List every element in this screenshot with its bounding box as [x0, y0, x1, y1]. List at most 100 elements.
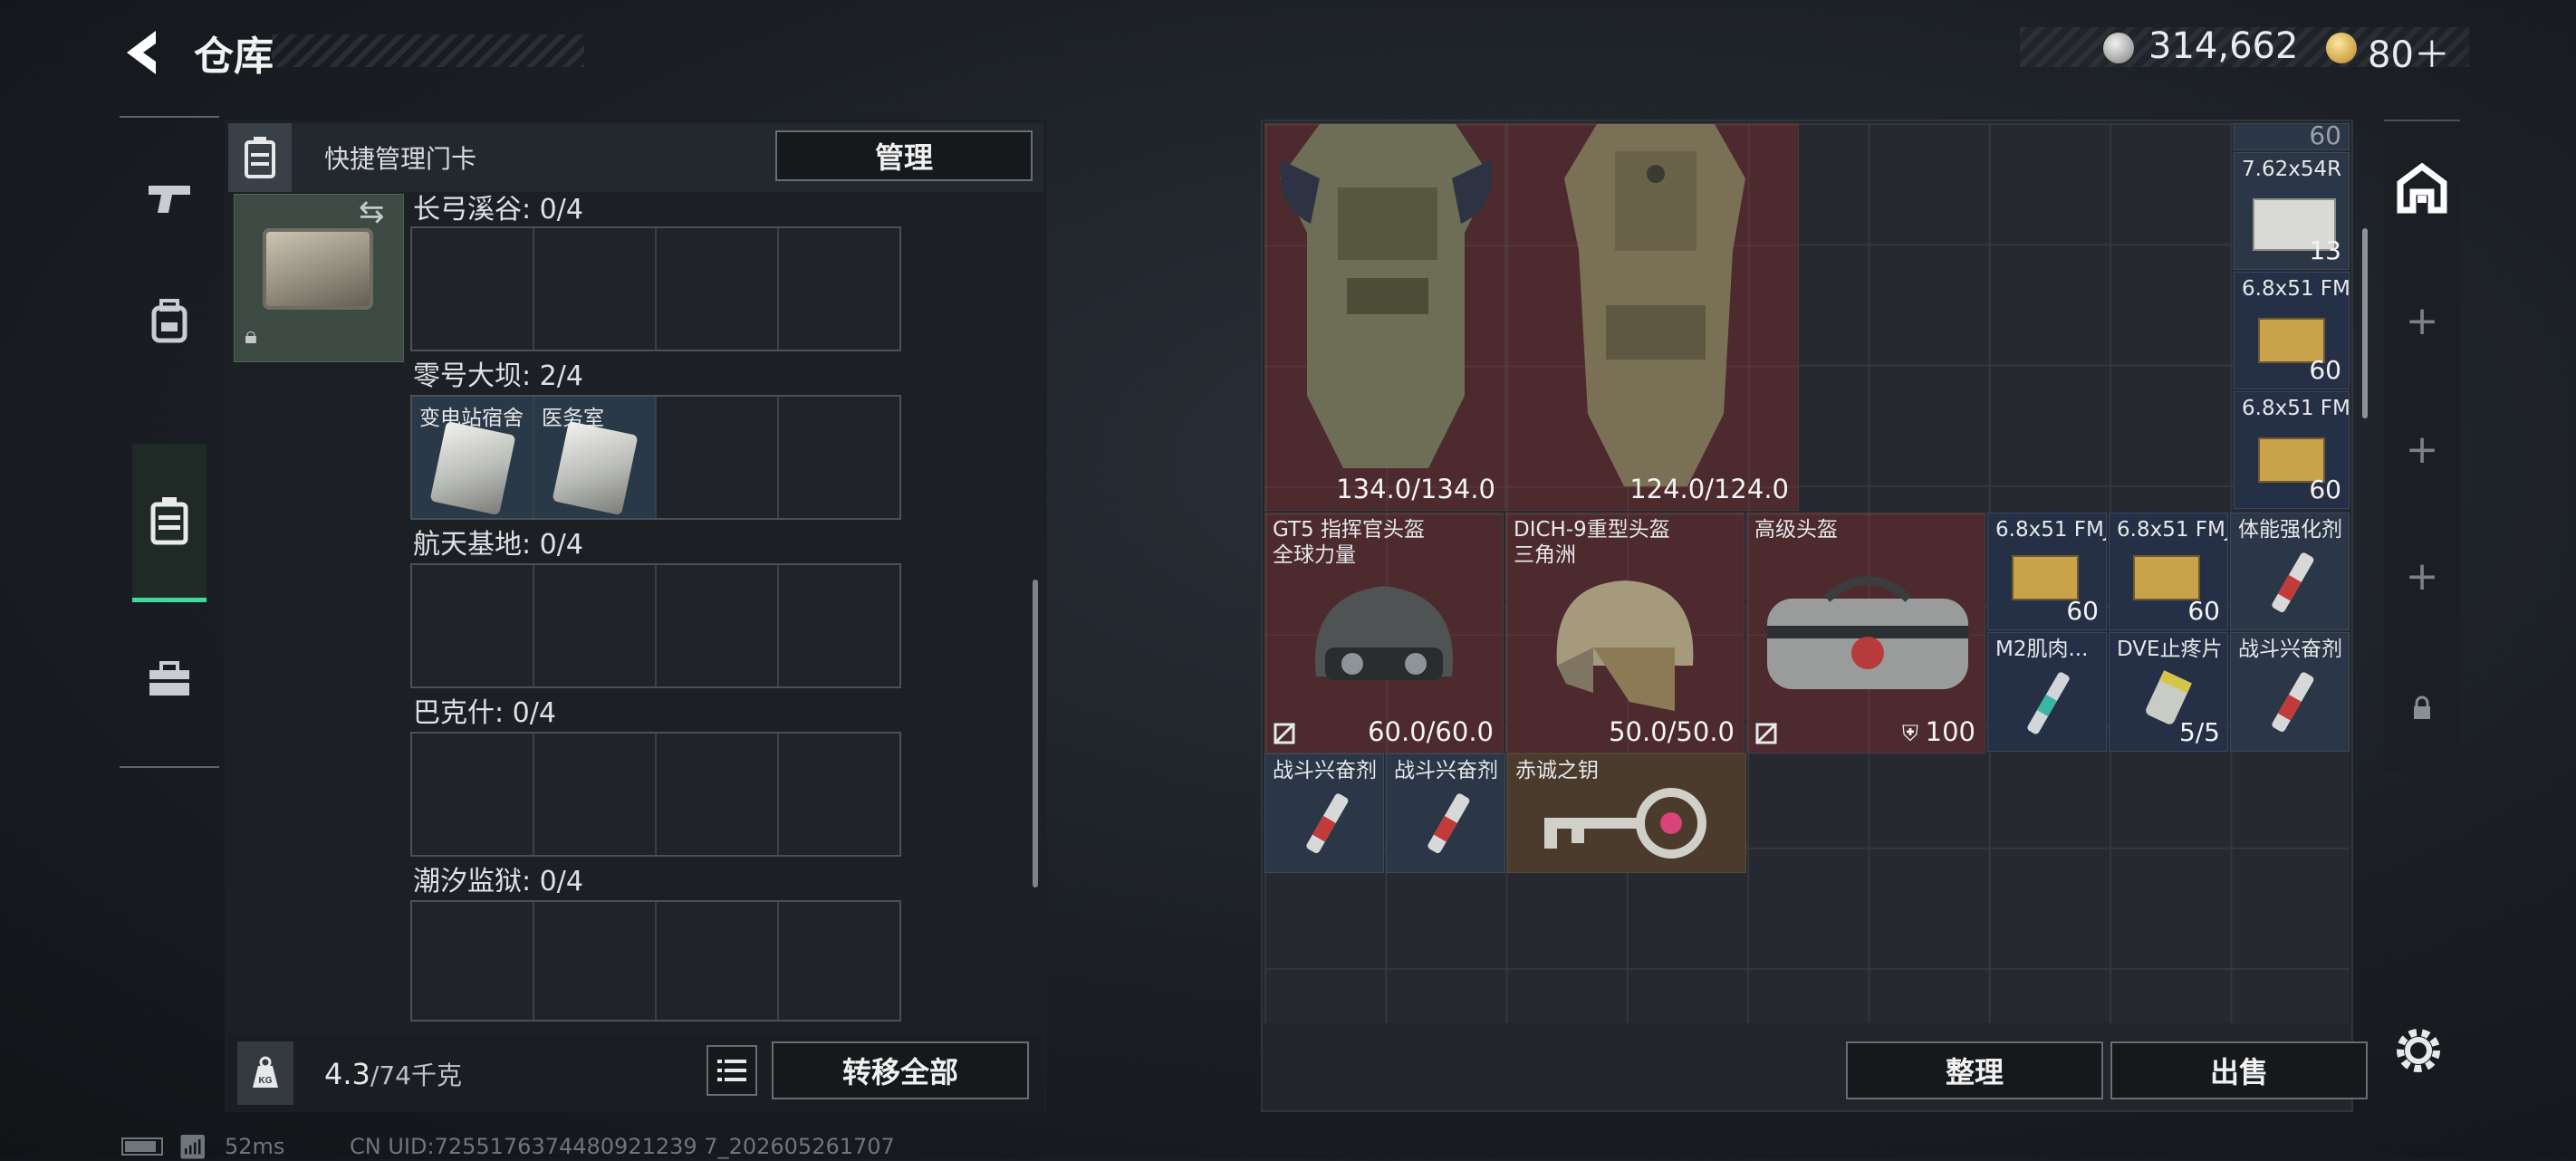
stash-home-icon[interactable]: [2384, 134, 2460, 243]
card-slot[interactable]: [534, 565, 657, 686]
card-slot[interactable]: 医务室: [534, 397, 657, 518]
ammo-item[interactable]: 6.8x51 FMJ 60: [2234, 272, 2350, 389]
medical-item[interactable]: 战斗兴奋剂: [2230, 632, 2350, 752]
card-slot[interactable]: [779, 397, 899, 518]
ammo-item[interactable]: 6.8x51 FMJ 60: [2234, 391, 2350, 509]
back-button[interactable]: [120, 25, 167, 80]
body-armor-item[interactable]: 134.0/134.0: [1264, 123, 1505, 511]
section-label-zero-dam: 零号大坝: 2/4: [413, 360, 583, 392]
ammo-count: 60: [2309, 475, 2341, 504]
ammo-name: 7.62x54R B: [2242, 158, 2349, 181]
injector-image: [2027, 672, 2070, 734]
card-slot[interactable]: [412, 734, 534, 855]
helmet-item[interactable]: DICH-9重型头盔 三角洲 50.0/50.0: [1505, 513, 1745, 753]
ping: 52ms: [225, 1134, 285, 1159]
card-slot[interactable]: [657, 734, 779, 855]
gold-amount[interactable]: 80＋: [2368, 25, 2450, 78]
helmet-name: GT5 指挥官头盔: [1273, 518, 1425, 542]
ammo-name: 6.8x51 FMJ: [2242, 277, 2350, 301]
silver-coin-icon: [2103, 33, 2134, 63]
helmet-sub: 三角洲: [1514, 543, 1576, 567]
add-stash-icon[interactable]: +: [2384, 522, 2460, 630]
keycard-image: [552, 420, 639, 516]
body-armor-item[interactable]: 124.0/124.0: [1505, 123, 1799, 511]
medical-item[interactable]: M2肌肉...: [1987, 632, 2107, 752]
ammo-count: 60: [2309, 355, 2341, 385]
section-label-bakesh: 巴克什: 0/4: [413, 697, 556, 729]
manage-button[interactable]: 管理: [775, 130, 1033, 181]
medical-name: 战斗兴奋剂: [2238, 638, 2342, 661]
card-slot[interactable]: [412, 228, 534, 350]
card-slot[interactable]: 变电站宿舍: [412, 397, 534, 518]
card-name: 变电站宿舍: [419, 407, 524, 430]
medical-name: 战斗兴奋剂: [1273, 759, 1377, 782]
ammo-item[interactable]: 6.8x51 FMJ 60: [2109, 513, 2228, 630]
medical-name: 体能强化剂: [2238, 518, 2342, 542]
sort-button[interactable]: 整理: [1846, 1041, 2103, 1099]
card-slot[interactable]: [657, 565, 779, 686]
ammo-count: 13: [2309, 235, 2341, 265]
card-slot[interactable]: [412, 902, 534, 1020]
stash-tabs: + + +: [2384, 120, 2460, 773]
add-stash-icon[interactable]: +: [2384, 266, 2460, 375]
helmet-name: 高级头盔: [1754, 518, 1838, 542]
section-label-tide-prison: 潮汐监狱: 0/4: [413, 866, 583, 897]
helmet-item[interactable]: GT5 指挥官头盔 全球力量 60.0/60.0: [1264, 513, 1504, 753]
pistol-icon[interactable]: [132, 149, 207, 248]
card-slot[interactable]: [779, 565, 899, 686]
card-slot[interactable]: [657, 397, 779, 518]
toolbox-icon[interactable]: [132, 630, 207, 730]
ammo-item[interactable]: 60: [2234, 123, 2350, 150]
locked-stash-icon[interactable]: [2384, 654, 2460, 763]
ammo-item[interactable]: 6.8x51 FMJ 60: [1987, 513, 2107, 630]
slot-grid-changgong: [410, 226, 901, 351]
card-slot[interactable]: [779, 228, 899, 350]
durability: 50.0/50.0: [1609, 716, 1735, 747]
card-slot[interactable]: [657, 228, 779, 350]
category-rail: [120, 116, 219, 768]
card-slot[interactable]: [779, 734, 899, 855]
card-slot[interactable]: [534, 902, 657, 1020]
list-view-button[interactable]: [706, 1045, 757, 1096]
ammo-name: 6.8x51 FMJ: [2242, 397, 2350, 420]
medical-item[interactable]: DVE止疼片 5/5: [2109, 632, 2228, 752]
card-slot[interactable]: [534, 734, 657, 855]
slot-grid-zero-dam: 变电站宿舍 医务室: [410, 395, 901, 520]
keycard-case-icon[interactable]: [132, 444, 207, 602]
ammo-name: 6.8x51 FMJ: [1995, 518, 2107, 542]
keycard-image: [429, 420, 516, 516]
gold-coin-icon: [2326, 33, 2357, 63]
card-slot[interactable]: [657, 902, 779, 1020]
section-label-changgong: 长弓溪谷: 0/4: [413, 194, 583, 225]
medical-item[interactable]: 战斗兴奋剂: [1386, 753, 1505, 873]
ammo-count: 60: [2187, 596, 2220, 626]
ammo-box-image: [2133, 555, 2200, 600]
key-item[interactable]: 赤诚之钥: [1507, 753, 1746, 873]
ammo-box-image: [2012, 555, 2079, 600]
body-armor-image: [1280, 124, 1492, 468]
card-slot[interactable]: [412, 565, 534, 686]
stash-scrollbar[interactable]: [2362, 228, 2368, 418]
card-name: 医务室: [542, 407, 604, 430]
syringe-image: [1306, 793, 1349, 854]
keycard-panel-title: 快捷管理门卡: [324, 144, 477, 174]
card-slot[interactable]: [534, 228, 657, 350]
card-slot[interactable]: [779, 902, 899, 1020]
backpack-icon[interactable]: [132, 272, 207, 371]
ammo-item[interactable]: 7.62x54R B 13: [2234, 152, 2350, 270]
left-scrollbar[interactable]: [1033, 580, 1038, 888]
medical-name: M2肌肉...: [1995, 638, 2089, 661]
sell-button[interactable]: 出售: [2110, 1041, 2368, 1099]
medical-item[interactable]: 体能强化剂: [2230, 513, 2350, 630]
no-insure-icon: [1273, 722, 1296, 745]
medical-item[interactable]: 战斗兴奋剂: [1264, 753, 1384, 873]
add-stash-icon[interactable]: +: [2384, 395, 2460, 504]
weight-value: 4.3: [324, 1057, 370, 1091]
helmet-item[interactable]: 高级头盔 ⛨ 100: [1746, 513, 1985, 753]
bag-image: [1767, 576, 1968, 689]
transfer-all-button[interactable]: 转移全部: [772, 1041, 1029, 1099]
weight-display: 4.3/74千克: [324, 1056, 462, 1092]
settings-gear-icon[interactable]: [2389, 1022, 2447, 1079]
swap-icon[interactable]: ⇆: [359, 194, 385, 230]
slot-grid-bakesh: [410, 732, 901, 857]
